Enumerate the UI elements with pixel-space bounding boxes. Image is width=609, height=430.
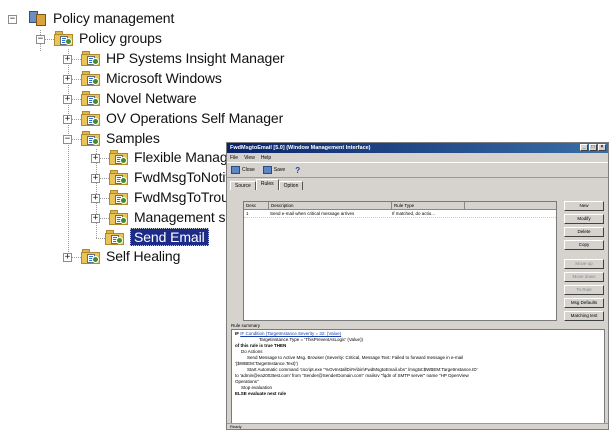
move-down-button[interactable]: Move down <box>564 272 604 282</box>
collapse-toggle[interactable]: − <box>63 135 72 144</box>
expand-toggle[interactable]: + <box>63 95 72 104</box>
tree-node-ov-operations[interactable]: OV Operations Self Manager <box>81 108 283 128</box>
expand-toggle[interactable]: + <box>63 55 72 64</box>
tab-option[interactable]: Option <box>278 181 304 190</box>
policy-folder-icon <box>109 149 129 166</box>
tree-node-novel-netware[interactable]: Novel Netware <box>81 88 197 108</box>
column-header[interactable]: Description <box>269 202 392 209</box>
menu-bar: File View Help <box>227 153 608 162</box>
tab-strip: Source Rules Option <box>227 179 608 190</box>
tree-label-selected: Send Email <box>130 228 209 246</box>
policy-folder-icon <box>81 248 101 265</box>
close-button[interactable]: Close <box>231 166 255 174</box>
tree-node-hp-sim[interactable]: HP Systems Insight Manager <box>81 48 285 68</box>
tree-label: Policy management <box>53 10 175 26</box>
summary-line: ELSE evaluate next rule <box>235 391 287 396</box>
column-header[interactable]: Desc <box>244 202 269 209</box>
policy-folder-icon <box>81 90 101 107</box>
policy-management-icon <box>28 9 48 27</box>
tree-node-samples[interactable]: Samples <box>81 128 160 148</box>
minimize-button[interactable]: _ <box>580 144 588 151</box>
policy-folder-icon <box>81 50 101 67</box>
expand-toggle[interactable]: + <box>91 214 100 223</box>
close-window-button[interactable]: × <box>598 144 606 151</box>
tree-node-self-healing[interactable]: Self Healing <box>81 246 180 266</box>
policy-folder-icon <box>109 169 129 186</box>
table-cell: If matched, do actio... <box>392 211 436 216</box>
tab-source[interactable]: Source <box>230 181 256 190</box>
move-up-button[interactable]: Move up <box>564 259 604 269</box>
rule-summary-label: Rule summary <box>231 323 261 328</box>
menu-view[interactable]: View <box>244 155 255 161</box>
tree-label: Self Healing <box>106 248 181 264</box>
expand-toggle[interactable]: + <box>63 75 72 84</box>
tree-node-send-email[interactable]: Send Email <box>105 227 209 247</box>
menu-help[interactable]: Help <box>261 155 271 161</box>
policy-folder-icon <box>54 30 74 47</box>
expand-toggle[interactable]: + <box>63 253 72 262</box>
copy-button[interactable]: Copy <box>564 240 604 250</box>
rules-grid[interactable]: Desc Description Rule Type 1 Send e-mail… <box>243 201 557 321</box>
grid-header: Desc Description Rule Type <box>244 202 556 210</box>
help-button[interactable]: ? <box>293 166 302 175</box>
status-bar: Ready <box>227 423 608 429</box>
to-rule-button[interactable]: To Rule <box>564 285 604 295</box>
summary-condition-link[interactable]: IF Condition (TargetInstance.Severity = … <box>240 331 341 336</box>
menu-file[interactable]: File <box>230 155 238 161</box>
save-icon <box>262 166 272 174</box>
expand-toggle[interactable]: + <box>91 194 100 203</box>
tree-label: Policy groups <box>79 30 162 46</box>
expand-toggle[interactable]: + <box>91 154 100 163</box>
rule-buttons: New Modify Delete Copy Move up Move down… <box>564 201 604 321</box>
tree-node-policy-management[interactable]: Policy management <box>28 8 174 28</box>
policy-folder-icon <box>81 130 101 147</box>
collapse-toggle[interactable]: − <box>36 35 45 44</box>
policy-folder-icon <box>109 189 129 206</box>
table-cell: Send e-mail when critical message arrive… <box>270 211 355 216</box>
new-button[interactable]: New <box>564 201 604 211</box>
policy-folder-icon <box>105 229 125 246</box>
msg-defaults-button[interactable]: Msg Defaults <box>564 298 604 308</box>
save-button[interactable]: Save <box>262 166 286 174</box>
policy-folder-icon <box>81 70 101 87</box>
maximize-button[interactable]: □ <box>589 144 597 151</box>
help-icon: ? <box>295 165 301 175</box>
policy-folder-icon <box>81 110 101 127</box>
tab-rules[interactable]: Rules <box>255 179 279 190</box>
expand-toggle[interactable]: + <box>91 174 100 183</box>
window-title: FwdMsgtoEmail [5.0] (Window Management I… <box>230 145 371 151</box>
tree-label: OV Operations Self Manager <box>106 110 284 126</box>
table-cell: 1 <box>246 211 249 216</box>
table-row[interactable]: 1 Send e-mail when critical message arri… <box>244 210 556 218</box>
tree-node-microsoft-windows[interactable]: Microsoft Windows <box>81 68 222 88</box>
window-titlebar[interactable]: FwdMsgtoEmail [5.0] (Window Management I… <box>227 143 608 153</box>
tree-label: Microsoft Windows <box>106 70 222 86</box>
matching-test-button[interactable]: Matching test <box>564 311 604 321</box>
tree-node-management-server[interactable]: Management serv <box>109 207 245 227</box>
rule-summary-panel: IF IF Condition (TargetInstance.Severity… <box>231 329 605 424</box>
expand-toggle[interactable]: + <box>63 115 72 124</box>
delete-button[interactable]: Delete <box>564 227 604 237</box>
column-header[interactable]: Rule Type <box>392 202 465 209</box>
tree-node-policy-groups[interactable]: Policy groups <box>54 28 162 48</box>
policy-folder-icon <box>109 209 129 226</box>
tree-label: HP Systems Insight Manager <box>106 50 285 66</box>
modify-button[interactable]: Modify <box>564 214 604 224</box>
close-label: Close <box>242 167 255 173</box>
collapse-toggle[interactable]: − <box>8 15 17 24</box>
policy-editor-window: FwdMsgtoEmail [5.0] (Window Management I… <box>226 142 609 430</box>
tree-label: Samples <box>106 130 160 146</box>
close-icon <box>231 166 240 174</box>
toolbar: Close Save ? <box>227 162 608 178</box>
tree-label: Novel Netware <box>106 90 197 106</box>
save-label: Save <box>273 167 286 173</box>
